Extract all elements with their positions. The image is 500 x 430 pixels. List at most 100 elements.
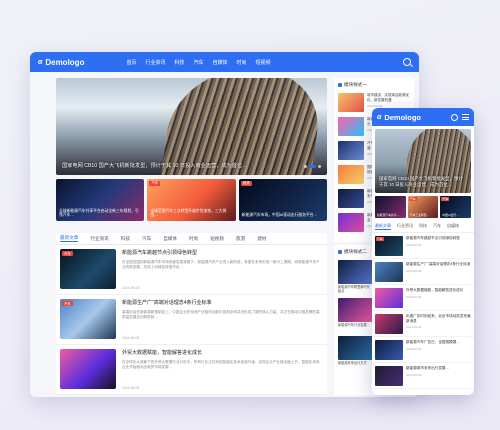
featured-title: 全球新能源汽车共享平台启动全新三年规划，引领汽车… <box>59 208 139 218</box>
sidebar-thumb[interactable] <box>338 141 364 160</box>
logo-mark: α <box>38 58 43 66</box>
article-thumbnail[interactable]: 汽车 <box>60 249 116 289</box>
featured-title: 全球范围汽车工业转型升级步伐加快，三大挑战… <box>150 208 227 218</box>
nav-item-home[interactable]: 首页 <box>126 59 136 66</box>
sidebar-thumb[interactable] <box>338 117 364 136</box>
article-thumbnail[interactable] <box>375 366 403 386</box>
nav-item-auto[interactable]: 汽车 <box>194 59 204 66</box>
sidebar-item-title[interactable]: 城市建设，实现清洁能源优化，新发展机遇 <box>367 93 410 102</box>
sidebar-thumb[interactable] <box>338 93 364 112</box>
grid-card[interactable]: 新能源汽车行业发展… <box>338 298 373 333</box>
article-title[interactable]: 新能源汽车广告日，全国规模展… <box>406 340 460 345</box>
tab-auto[interactable]: 汽车 <box>433 223 441 230</box>
hero-caption: 国家电网 CB10 国产大飞机新批发型，预计于其 10 日投入商业运营，成为首位… <box>62 163 248 169</box>
article-thumbnail[interactable] <box>375 340 403 360</box>
featured-card[interactable]: 汽车 全球范围汽车工业转型升级步伐加快，三大挑战… <box>147 179 236 221</box>
search-icon[interactable] <box>403 58 411 66</box>
featured-title: 中国AI出行… <box>442 212 459 217</box>
article-item[interactable]: 汽车 新能源汽车跳越节点引领绿色转型 在全国范围的新能源汽车市场快速发展背景下，… <box>56 245 327 295</box>
hero-slider[interactable]: 国家电网 CB10 国产大飞机新批发型，预计于其 10 日投入商业运营，成为首位… <box>56 78 327 175</box>
slider-dot-active[interactable] <box>309 165 316 168</box>
article-date: 2024-06-06 <box>406 325 422 330</box>
list-item[interactable]: 新能源汽车广告日，全国规模展… 2024-06-06 <box>372 337 474 363</box>
category-badge: 汽车 <box>62 251 73 256</box>
featured-card[interactable]: 汽车 汽车工业转型… <box>407 196 439 218</box>
article-title[interactable]: 新能源城市未来出行发展… <box>406 366 449 371</box>
grid-card-title[interactable]: 新能源汽车联盟新时代起点 <box>338 285 373 295</box>
nav-item-video[interactable]: 短视频 <box>256 59 271 66</box>
featured-card[interactable]: 新能源汽车共享… <box>375 196 406 218</box>
tab-auto[interactable]: 汽车 <box>142 236 151 242</box>
module-icon <box>338 83 342 87</box>
article-thumbnail[interactable]: 汽车 <box>375 236 403 256</box>
list-item[interactable]: 年度广告时刻迎来，北京市场动态发布最新消息 2024-06-06 <box>372 311 474 337</box>
article-thumbnail[interactable] <box>60 349 116 389</box>
article-summary: 在全球化大背景下的外贸大数据行业分析中，所有行业正在利用智能化技术加速升级，实现… <box>122 360 320 369</box>
nav-item-media[interactable]: 自媒体 <box>213 59 228 66</box>
featured-card[interactable]: 视频 新能源汽车市场，中国AI驱动出行服务平台… <box>238 179 327 221</box>
module-header: 模块样式一 <box>334 78 414 91</box>
tab-fashion[interactable]: 时尚 <box>189 236 198 242</box>
tab-video[interactable]: 短视频 <box>210 236 224 242</box>
slider-dot[interactable] <box>318 165 321 168</box>
sidebar-thumb[interactable] <box>338 213 364 232</box>
slider-dots <box>304 165 321 168</box>
article-title[interactable]: 外贸大数据赋能，智能解答进化成长 <box>406 288 464 293</box>
article-thumbnail[interactable] <box>375 262 403 282</box>
sidebar-thumb[interactable] <box>338 165 364 184</box>
tab-travel[interactable]: 旅游 <box>236 236 245 242</box>
mobile-article-list: 汽车 新能源汽车跳越节点引领绿色转型 2024-06-06 新能源生产广"高端对话理… <box>372 233 474 389</box>
featured-title: 新能源汽车市场，中国AI驱动出行服务平台… <box>241 213 318 218</box>
hero-building <box>157 78 327 175</box>
article-title[interactable]: 新能源生产广"高端对话理念4条行业标准 <box>122 299 323 306</box>
grid-card[interactable]: 新能源未来出行方式 <box>338 336 373 371</box>
tab-latest[interactable]: 最新文章 <box>60 235 79 242</box>
site-logo[interactable]: α Demologo <box>38 58 84 67</box>
article-item[interactable]: 外贸大数据赋能，智能解答进化成长 在全球化大背景下的外贸大数据行业分析中，所有行… <box>56 345 327 395</box>
tab-tech[interactable]: 科技 <box>419 223 427 230</box>
tab-media[interactable]: 自媒体 <box>163 236 177 242</box>
article-title[interactable]: 新能源汽车跳越节点引领绿色转型 <box>122 249 323 256</box>
tab-latest[interactable]: 最新文章 <box>375 223 391 230</box>
featured-card[interactable]: 全球新能源汽车共享平台启动全新三年规划，引领汽车… <box>56 179 145 221</box>
list-item[interactable]: 汽车 新能源汽车跳越节点引领绿色转型 2024-06-06 <box>372 233 474 259</box>
article-item[interactable]: 汽车 新能源生产广"高端对话理念4条行业标准 高端对话在新能源新规制定上，中国企… <box>56 295 327 345</box>
module-title: 模块样式一 <box>344 82 367 87</box>
search-icon[interactable] <box>451 113 458 121</box>
menu-icon[interactable] <box>462 114 469 120</box>
logo-text: Demologo <box>384 112 422 122</box>
desktop-preview: α Demologo 首页 行业资讯 科技 汽车 自媒体 时尚 短视频 国家电网… <box>30 52 419 397</box>
article-date: 2024-06-06 <box>122 286 140 290</box>
tab-industry[interactable]: 行业资讯 <box>397 223 413 230</box>
nav-item-fashion[interactable]: 时尚 <box>237 59 247 66</box>
tab-building[interactable]: 建材 <box>257 236 266 242</box>
article-summary: 高端对话在新能源新规制定上，中国企业在电池产业链的创新引领和全球共识形成了新的核… <box>122 310 320 319</box>
article-title[interactable]: 外贸大数据赋能，智能解答进化成长 <box>122 349 323 356</box>
featured-card[interactable]: 汽车中国AI出行… <box>440 196 472 218</box>
nav-item-industry[interactable]: 行业资讯 <box>145 59 165 66</box>
category-badge: 汽车 <box>149 181 161 186</box>
list-item[interactable]: 外贸大数据赋能，智能解答进化成长 2024-06-06 <box>372 285 474 311</box>
grid-card[interactable]: 新能源汽车联盟新时代起点 <box>338 260 373 295</box>
list-item[interactable]: 新能源生产广"高端对话理念4条行业标准 2024-06-06 <box>372 259 474 285</box>
grid-card-title[interactable]: 新能源未来出行方式 <box>338 361 373 371</box>
site-logo[interactable]: α Demologo <box>377 113 421 122</box>
mobile-hero[interactable]: 国家电网 CB10 国产大飞机新批发型，预计于其 10 日投入商业运营，成为首位… <box>375 129 471 193</box>
featured-thumbs: 全球新能源汽车共享平台启动全新三年规划，引领汽车… 汽车 全球范围汽车工业转型升… <box>56 179 327 221</box>
list-item[interactable]: 新能源城市未来出行发展… 2024-06-06 <box>372 363 474 389</box>
category-badge: 汽车 <box>441 197 450 201</box>
nav-item-tech[interactable]: 科技 <box>174 59 184 66</box>
article-thumbnail[interactable] <box>375 288 403 308</box>
tab-industry[interactable]: 行业资讯 <box>90 236 108 242</box>
article-title[interactable]: 年度广告时刻迎来，北京市场动态发布最新消息 <box>406 314 471 323</box>
article-title[interactable]: 新能源汽车跳越节点引领绿色转型 <box>406 236 460 241</box>
slider-dot[interactable] <box>304 165 307 168</box>
article-thumbnail[interactable] <box>375 314 403 334</box>
article-title[interactable]: 新能源生产广"高端对话理念4条行业标准 <box>406 262 470 267</box>
article-thumbnail[interactable]: 汽车 <box>60 299 116 339</box>
tab-media[interactable]: 自媒体 <box>447 223 459 230</box>
module-title: 模块样式二 <box>344 249 367 254</box>
sidebar-thumb[interactable] <box>338 189 364 208</box>
grid-card-title[interactable]: 新能源汽车行业发展… <box>338 323 373 333</box>
tab-tech[interactable]: 科技 <box>121 236 130 242</box>
